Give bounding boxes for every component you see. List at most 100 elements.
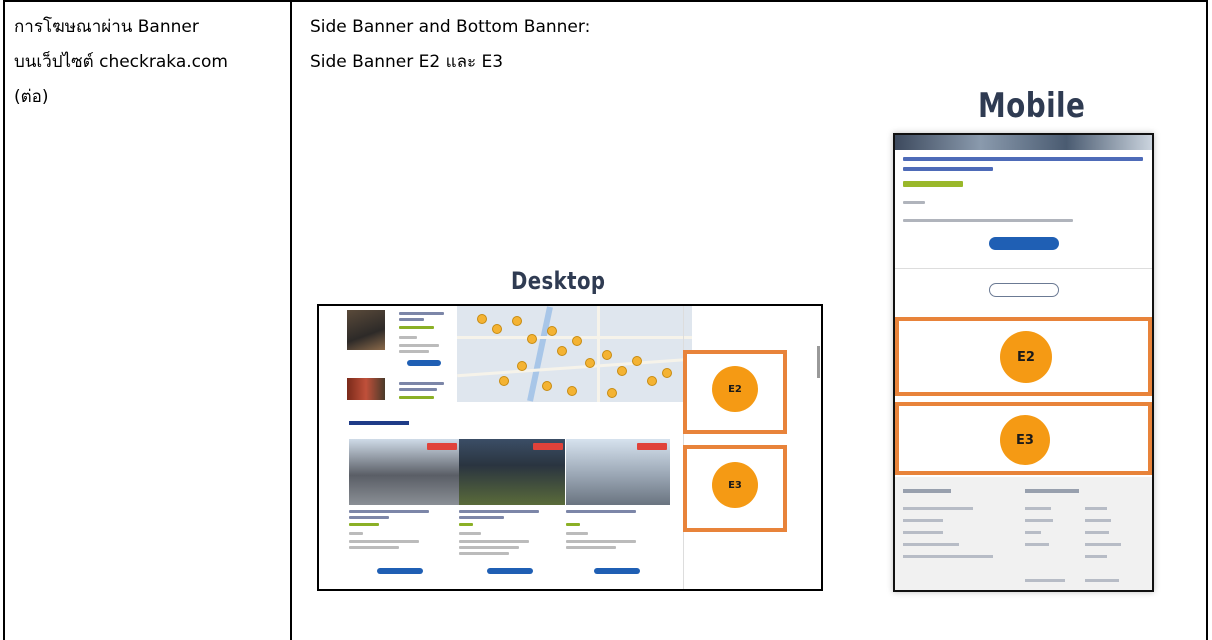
listing-meta-line [399,350,429,353]
listing-title-line [399,388,437,391]
card-meta-line [566,532,588,535]
banner-e3-circle: E3 [712,462,758,508]
listing-button [407,360,441,366]
mobile-banner-e3[interactable]: E3 [895,402,1152,475]
footer-link[interactable] [1085,531,1109,534]
desktop-section-title [349,421,409,425]
map-pin [492,324,502,334]
mobile-banner-e2[interactable]: E2 [895,317,1152,396]
map-pin [572,336,582,346]
listing-title-line [399,318,424,321]
desktop-listing-column [339,306,469,402]
footer-link[interactable] [1085,507,1107,510]
footer-link[interactable] [903,555,993,558]
map-road [457,357,692,378]
card-button[interactable] [594,568,640,574]
map-pin [585,358,595,368]
map-pin [477,314,487,324]
card-meta-line [459,552,509,555]
map-pin [632,356,642,366]
map-pin [512,316,522,326]
footer-link[interactable] [1085,543,1121,546]
left-cell-line2: บนเว็ปไซต์ checkraka.com [14,52,228,72]
mobile-title-line [903,157,1143,161]
map-pin [647,376,657,386]
listing-price-line [399,326,434,329]
mobile-footer [895,477,1152,590]
card-title-line [349,510,429,513]
card-meta-line [459,546,519,549]
mobile-meta-line [903,219,1073,222]
map-pin [527,334,537,344]
condo-card-tag [637,443,667,450]
footer-link[interactable] [1025,579,1065,582]
card-meta-line [459,532,481,535]
desktop-mockup: E2 E3 [317,304,823,591]
mobile-mockup: E2 E3 [893,133,1154,592]
mobile-outline-button[interactable] [989,283,1059,297]
desktop-banner-e2[interactable]: E2 [683,350,787,434]
map-pin [557,346,567,356]
footer-link[interactable] [903,531,943,534]
card-button[interactable] [377,568,423,574]
card-title-line [566,510,636,513]
right-cell: Side Banner and Bottom Banner: Side Bann… [310,10,590,80]
card-price-line [459,523,473,526]
map-pin [517,361,527,371]
footer-link[interactable] [1025,507,1051,510]
listing-title-line [399,382,444,385]
footer-link[interactable] [1085,555,1107,558]
map-pin [617,366,627,376]
banner-e2-label: E2 [728,383,742,395]
card-title-line [349,516,389,519]
left-cell-line3: (ต่อ) [14,87,49,107]
mobile-title-line [903,167,993,171]
left-cell-line1: การโฆษณาผ่าน Banner [14,17,199,37]
mobile-primary-button[interactable] [989,237,1059,250]
footer-heading-line [1025,489,1079,493]
map-pin [602,350,612,360]
mobile-price-line [903,181,963,187]
footer-link[interactable] [903,507,973,510]
footer-link[interactable] [903,543,959,546]
footer-link[interactable] [1085,519,1111,522]
footer-link[interactable] [1025,543,1049,546]
column-divider [290,0,292,640]
footer-link[interactable] [1025,531,1041,534]
listing-thumbnail [347,310,385,350]
footer-heading-line [903,489,951,493]
condo-card-tag [427,443,457,450]
footer-link[interactable] [1025,519,1053,522]
card-meta-line [349,540,419,543]
listing-meta-line [399,344,439,347]
desktop-scrollbar[interactable] [817,346,820,378]
right-cell-line2: Side Banner E2 และ E3 [310,52,504,72]
card-meta-line [566,540,636,543]
mobile-e2-label: E2 [1017,349,1035,365]
card-button[interactable] [487,568,533,574]
map-pin [662,368,672,378]
listing-title-line [399,312,444,315]
left-cell: การโฆษณาผ่าน Banner บนเว็ปไซต์ checkraka… [14,10,284,115]
condo-card-tag [533,443,563,450]
footer-link[interactable] [1085,579,1119,582]
card-title-line [459,510,539,513]
desktop-heading: Desktop [511,267,606,295]
card-meta-line [566,546,616,549]
card-meta-line [349,546,399,549]
footer-link[interactable] [903,519,943,522]
map-pin [542,381,552,391]
map-pin [567,386,577,396]
mobile-meta-line [903,201,925,204]
map-road [597,306,600,402]
mobile-e3-label: E3 [1016,432,1034,448]
listing-price-line [399,396,434,399]
listing-meta-line [399,336,417,339]
desktop-banner-e3[interactable]: E3 [683,445,787,532]
card-price-line [349,523,379,526]
card-price-line [566,523,580,526]
mobile-header-image [895,135,1152,150]
desktop-map [457,306,692,402]
card-meta-line [349,532,363,535]
banner-e3-label: E3 [728,479,742,491]
